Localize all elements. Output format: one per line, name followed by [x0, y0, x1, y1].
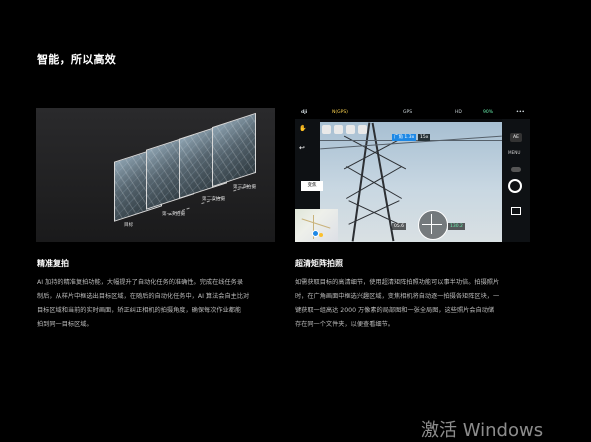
- frame-label-third: 第三次拍摄: [233, 185, 256, 190]
- photo-frame-4: [212, 112, 256, 188]
- speed-readout: 05.6: [392, 223, 407, 230]
- live-camera-view: 广角 1.3x 15x 05.6 130.2: [320, 122, 502, 242]
- frame-label-second: 第二次拍摄: [202, 197, 225, 202]
- hd-signal: HD: [455, 110, 462, 115]
- mode-toggle[interactable]: [511, 167, 521, 172]
- caption-title-precise-reshoot: 精准复拍: [37, 259, 69, 268]
- caption-body-matrix-photo: 如需获取目标的高清细节，使用超清矩阵拍照功能可以事半功倍。拍摄照片 时，在广角画…: [295, 279, 500, 328]
- dji-logo: dji: [301, 110, 308, 115]
- frame-label-target: 目标: [124, 223, 134, 228]
- hand-icon[interactable]: ✋: [299, 125, 308, 134]
- more-icon[interactable]: •••: [516, 110, 525, 115]
- back-icon[interactable]: ↩: [299, 144, 308, 153]
- battery-level: 90%: [483, 110, 494, 115]
- focus-icon[interactable]: [334, 125, 343, 134]
- zoom-toggle-button[interactable]: 变焦: [301, 181, 323, 191]
- mini-map[interactable]: [295, 209, 338, 242]
- gimbal-compass-icon: [418, 210, 448, 240]
- lock-icon[interactable]: [358, 125, 367, 134]
- menu-label[interactable]: MENU: [508, 150, 520, 155]
- app-status-bar: dji N(GPS) GPS HD 90% •••: [295, 108, 530, 119]
- matrix-photo-app-screenshot: dji N(GPS) GPS HD 90% ••• ✋ ↩ 广角 1.3x 15…: [295, 108, 530, 242]
- grid-icon[interactable]: [346, 125, 355, 134]
- home-point-icon: [319, 233, 323, 237]
- zoom-level: 15x: [418, 134, 431, 141]
- ae-label[interactable]: AE: [510, 133, 522, 142]
- caption-body-precise-reshoot: AI 加持的精准复拍功能，大幅提升了自动化任务的准确性。完成在线任务录 制后，从…: [37, 279, 250, 328]
- zoom-label[interactable]: 广角 1.3x: [392, 134, 417, 141]
- shutter-button[interactable]: [508, 179, 522, 193]
- altitude-readout: 130.2: [448, 223, 465, 230]
- precise-reshoot-image: 第三次拍摄 第二次拍摄 第一次拍摄 目标: [36, 108, 275, 242]
- camera-settings-icon[interactable]: [322, 125, 331, 134]
- windows-activation-watermark: 激活 Windows: [421, 420, 544, 441]
- playback-icon[interactable]: [511, 207, 521, 215]
- frame-label-first: 第一次拍摄: [162, 212, 185, 217]
- gps-status: GPS: [403, 110, 413, 115]
- right-camera-rail: AE MENU: [502, 119, 530, 242]
- flight-mode: N(GPS): [332, 110, 348, 115]
- drone-location-icon: [312, 230, 319, 237]
- section-title: 智能，所以高效: [37, 53, 117, 66]
- caption-title-matrix-photo: 超清矩阵拍照: [295, 259, 343, 268]
